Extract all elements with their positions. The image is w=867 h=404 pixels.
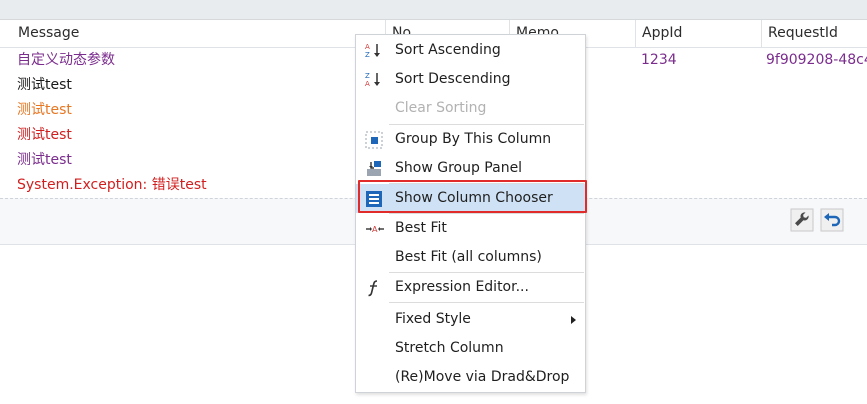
menu-item-sort-ascending[interactable]: A Z Sort Ascending xyxy=(356,36,585,65)
menu-item-expression-editor[interactable]: Expression Editor... xyxy=(356,273,585,302)
best-fit-icon: A xyxy=(365,220,384,238)
column-context-menu: A Z Sort Ascending Z A Sort Descending C… xyxy=(355,34,586,393)
svg-text:A: A xyxy=(365,80,370,88)
message-cell: 测试test xyxy=(17,127,72,143)
menu-item-fixed-style[interactable]: Fixed Style xyxy=(356,305,585,334)
menu-label: Best Fit xyxy=(395,220,447,236)
menu-label: Sort Ascending xyxy=(395,42,501,58)
requestid-cell: 9f909208-48c4- xyxy=(766,52,867,68)
column-header-appid[interactable]: AppId xyxy=(636,20,762,47)
menu-item-stretch-column[interactable]: Stretch Column xyxy=(356,334,585,363)
menu-label: (Re)Move via Drad&Drop xyxy=(395,369,570,385)
menu-label: Fixed Style xyxy=(395,311,471,327)
column-header-requestid[interactable]: RequestId xyxy=(762,20,867,47)
menu-label: Clear Sorting xyxy=(395,100,487,116)
svg-text:Z: Z xyxy=(365,72,370,80)
undo-icon[interactable] xyxy=(820,208,844,232)
menu-label: Show Group Panel xyxy=(395,160,523,176)
message-cell: 测试test xyxy=(17,77,72,93)
sort-ascending-icon: A Z xyxy=(365,42,383,60)
menu-item-best-fit-all-columns[interactable]: Best Fit (all columns) xyxy=(356,243,585,272)
submenu-arrow-icon xyxy=(571,316,576,324)
menu-item-show-column-chooser[interactable]: Show Column Chooser xyxy=(356,184,585,213)
message-cell: 测试test xyxy=(17,102,72,118)
menu-label: Sort Descending xyxy=(395,71,511,87)
appid-cell: 1234 xyxy=(641,52,677,68)
wrench-icon[interactable] xyxy=(790,208,814,232)
menu-label: Stretch Column xyxy=(395,340,504,356)
menu-item-clear-sorting[interactable]: Clear Sorting xyxy=(356,94,585,123)
top-strip xyxy=(0,0,867,20)
svg-text:Z: Z xyxy=(365,51,370,59)
menu-item-sort-descending[interactable]: Z A Sort Descending xyxy=(356,65,585,94)
svg-text:A: A xyxy=(372,225,378,234)
group-panel-icon xyxy=(365,160,383,178)
menu-item-group-by-column[interactable]: Group By This Column xyxy=(356,125,585,154)
column-header-message[interactable]: Message xyxy=(12,20,386,47)
menu-label: Best Fit (all columns) xyxy=(395,249,542,265)
column-chooser-icon xyxy=(365,190,383,208)
sort-descending-icon: Z A xyxy=(365,71,383,89)
menu-item-best-fit[interactable]: A Best Fit xyxy=(356,214,585,243)
menu-label: Show Column Chooser xyxy=(395,190,553,206)
menu-label: Group By This Column xyxy=(395,131,552,147)
message-cell: 自定义动态参数 xyxy=(17,52,115,68)
group-by-column-icon xyxy=(365,131,383,149)
menu-item-show-group-panel[interactable]: Show Group Panel xyxy=(356,154,585,183)
message-cell: 测试test xyxy=(17,152,72,168)
menu-label: Expression Editor... xyxy=(395,279,529,295)
menu-separator xyxy=(389,302,584,303)
svg-text:A: A xyxy=(365,43,370,51)
menu-item-remove-via-drag-drop[interactable]: (Re)Move via Drad&Drop xyxy=(356,363,585,392)
function-icon xyxy=(365,279,383,297)
message-cell: System.Exception: 错误test xyxy=(17,177,207,193)
